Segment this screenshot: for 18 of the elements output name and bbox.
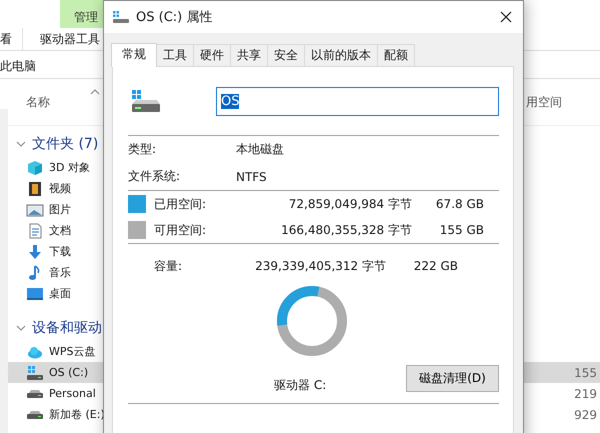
- size-value: 67.8 GB: [434, 197, 484, 211]
- byte-count: 166,480,355,328 字节: [280, 222, 412, 238]
- byte-count: 72,859,049,984 字节: [288, 196, 412, 212]
- size-value: 222 GB: [412, 259, 458, 273]
- size-value: 155 GB: [438, 223, 484, 237]
- space-label: 可用空间:: [154, 222, 208, 238]
- space-label: 已用空间:: [154, 196, 208, 212]
- byte-count: 239,339,405,312 字节: [254, 258, 386, 274]
- property-label: 类型:: [128, 141, 158, 158]
- size-cell: 155: [574, 366, 597, 380]
- drive-label: 驱动器 C:: [274, 376, 326, 394]
- property-value: 本地磁盘: [236, 141, 284, 158]
- size-cell: 219: [574, 386, 597, 400]
- property-label: 文件系统:: [128, 168, 182, 185]
- window-title: OS (C:) 属性: [136, 9, 212, 26]
- property-value: NTFS: [236, 170, 267, 184]
- size-cell: 929: [574, 408, 597, 422]
- capacity-label: 容量:: [154, 258, 184, 274]
